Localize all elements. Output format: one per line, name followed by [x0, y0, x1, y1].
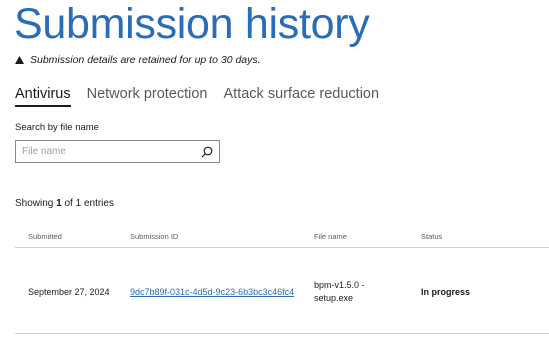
cell-file-name: bpm-v1.5.0 - setup.exe [314, 280, 365, 303]
column-header-file-name[interactable]: File name [314, 232, 347, 241]
entries-summary: Showing 1 of 1 entries [15, 198, 114, 209]
column-header-submission-id[interactable]: Submission ID [130, 232, 178, 241]
tab-attack-surface-reduction[interactable]: Attack surface reduction [224, 86, 380, 107]
warning-icon [15, 56, 24, 64]
entries-summary-prefix: Showing [15, 198, 54, 209]
tab-network-protection[interactable]: Network protection [87, 86, 208, 107]
cell-submission-id-link[interactable]: 9dc7b89f-031c-4d5d-9c23-6b3bc3c46fc4 [130, 287, 294, 297]
entries-summary-total: of 1 entries [64, 198, 114, 209]
submission-history-page: Submission history Submission details ar… [0, 0, 549, 342]
page-title: Submission history [14, 0, 370, 48]
search-box [15, 140, 220, 163]
cell-submitted: September 27, 2024 [28, 287, 110, 297]
column-header-submitted[interactable]: Submitted [28, 232, 62, 241]
search-label: Search by file name [15, 122, 99, 133]
search-icon[interactable] [195, 141, 219, 162]
cell-status: In progress [421, 287, 471, 297]
table-row[interactable]: September 27, 2024 9dc7b89f-031c-4d5d-9c… [15, 248, 549, 334]
retention-notice: Submission details are retained for up t… [15, 54, 261, 66]
tab-bar: Antivirus Network protection Attack surf… [15, 86, 379, 107]
search-input[interactable] [16, 141, 195, 162]
retention-notice-text: Submission details are retained for up t… [30, 54, 261, 66]
tab-antivirus[interactable]: Antivirus [15, 86, 71, 107]
table-header: Submitted Submission ID File name Status [15, 225, 549, 248]
entries-shown-count: 1 [56, 198, 62, 209]
column-header-status[interactable]: Status [421, 232, 442, 241]
